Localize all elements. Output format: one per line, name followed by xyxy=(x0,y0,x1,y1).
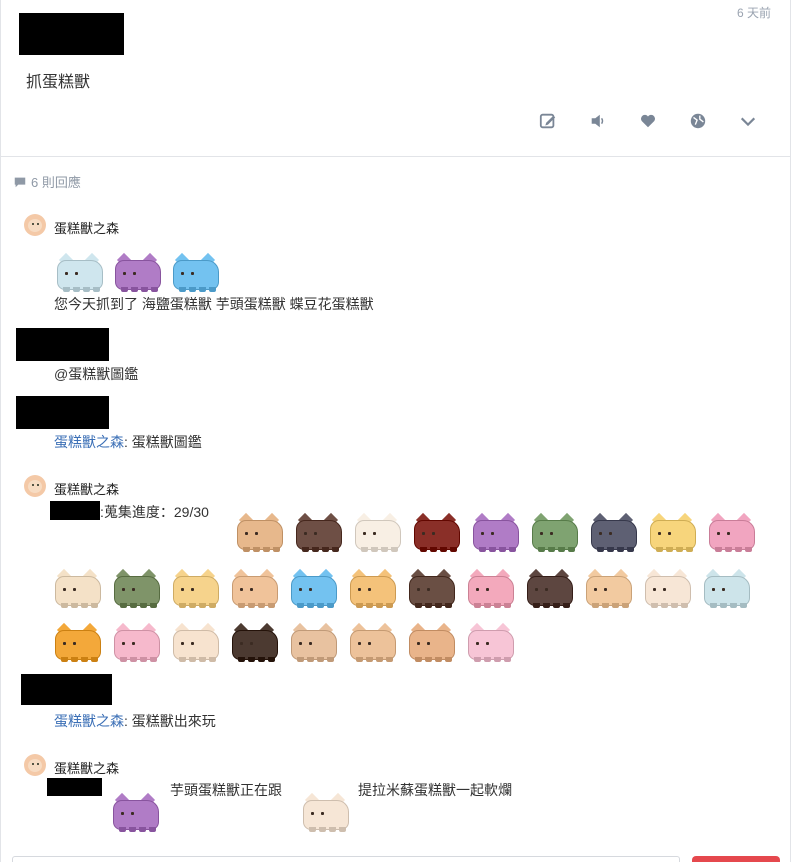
cake-monster-icon xyxy=(51,622,105,664)
cake-monster-icon xyxy=(228,568,282,610)
caught-monsters xyxy=(53,252,233,296)
cake-monster-icon xyxy=(233,512,287,554)
collection-row xyxy=(233,512,773,556)
collection-progress: :蒐集進度：29/30 xyxy=(100,504,209,520)
post-actions xyxy=(1,112,791,134)
comment-body: : 蛋糕獸圖鑑 xyxy=(124,434,202,450)
post-content: 抓蛋糕獸 xyxy=(26,74,91,91)
avatar[interactable] xyxy=(24,214,46,236)
comment-username[interactable]: 蛋糕獸之森 xyxy=(54,218,119,237)
heart-icon[interactable] xyxy=(639,112,661,134)
avatar[interactable] xyxy=(24,754,46,776)
cake-monster-icon xyxy=(700,568,754,610)
cake-monster-icon xyxy=(528,512,582,554)
cake-monster-icon xyxy=(287,568,341,610)
cake-monster-icon xyxy=(51,568,105,610)
comment-text: @蛋糕獸圖鑑 xyxy=(54,366,139,382)
cake-monster-icon xyxy=(410,512,464,554)
chevron-down-icon[interactable] xyxy=(739,112,761,134)
cake-monster-icon xyxy=(110,568,164,610)
cake-monster-icon xyxy=(464,568,518,610)
cake-monster-icon xyxy=(292,512,346,554)
comment-text: 芋頭蛋糕獸正在跟 xyxy=(170,782,282,798)
redacted-username xyxy=(16,396,109,429)
redacted-username xyxy=(50,501,100,520)
collection-row xyxy=(51,622,531,666)
send-button[interactable] xyxy=(692,856,780,862)
cake-monster-icon xyxy=(646,512,700,554)
tiramisu-monster xyxy=(299,792,357,836)
cake-monster-icon xyxy=(169,568,223,610)
mention-link[interactable]: 蛋糕獸之森 xyxy=(54,434,124,450)
reply-input[interactable] xyxy=(12,856,680,862)
redacted-username xyxy=(47,778,102,796)
cake-monster-icon xyxy=(464,622,518,664)
divider xyxy=(1,156,791,157)
cake-monster-icon xyxy=(299,792,353,834)
post-timestamp: 6 天前 xyxy=(737,6,772,20)
taro-monster xyxy=(109,792,167,836)
avatar[interactable] xyxy=(24,475,46,497)
redacted-username xyxy=(19,13,124,55)
cake-monster-icon xyxy=(53,252,107,294)
cake-monster-icon xyxy=(228,622,282,664)
redacted-username xyxy=(21,674,112,705)
cake-monster-icon xyxy=(111,252,165,294)
comment-username[interactable]: 蛋糕獸之森 xyxy=(54,758,119,777)
comment-text: 蛋糕獸之森: 蛋糕獸圖鑑 xyxy=(54,432,202,452)
cake-monster-icon xyxy=(109,792,163,834)
cake-monster-icon xyxy=(582,568,636,610)
cake-monster-icon xyxy=(641,568,695,610)
speaker-icon[interactable] xyxy=(589,112,611,134)
reply-count-label: 6 則回應 xyxy=(31,175,81,190)
cake-monster-icon xyxy=(351,512,405,554)
collection-row xyxy=(51,568,771,612)
comment-text: 蛋糕獸之森: 蛋糕獸出來玩 xyxy=(54,711,216,731)
cake-monster-icon xyxy=(405,622,459,664)
cake-monster-icon xyxy=(405,568,459,610)
cake-monster-icon xyxy=(169,622,223,664)
comment-body: : 蛋糕獸出來玩 xyxy=(124,713,216,729)
comment-text: 提拉米蘇蛋糕獸一起軟爛 xyxy=(358,782,512,798)
cake-monster-icon xyxy=(110,622,164,664)
edit-icon[interactable] xyxy=(539,112,561,134)
comment-text: 您今天抓到了 海鹽蛋糕獸 芋頭蛋糕獸 蝶豆花蛋糕獸 xyxy=(54,296,374,312)
post-card: 6 天前 抓蛋糕獸 6 則回應 蛋糕獸之森 您今天抓到了 海鹽蛋糕獸 芋頭蛋糕獸… xyxy=(0,0,791,862)
cake-monster-icon xyxy=(346,568,400,610)
redacted-username xyxy=(16,328,109,361)
cake-monster-icon xyxy=(587,512,641,554)
reply-count[interactable]: 6 則回應 xyxy=(13,172,81,191)
comment-icon xyxy=(14,177,26,187)
cake-monster-icon xyxy=(169,252,223,294)
cake-monster-icon xyxy=(287,622,341,664)
globe-icon[interactable] xyxy=(689,112,711,134)
cake-monster-icon xyxy=(469,512,523,554)
mention-link[interactable]: 蛋糕獸之森 xyxy=(54,713,124,729)
comment-username[interactable]: 蛋糕獸之森 xyxy=(54,479,119,498)
cake-monster-icon xyxy=(523,568,577,610)
cake-monster-icon xyxy=(346,622,400,664)
cake-monster-icon xyxy=(705,512,759,554)
